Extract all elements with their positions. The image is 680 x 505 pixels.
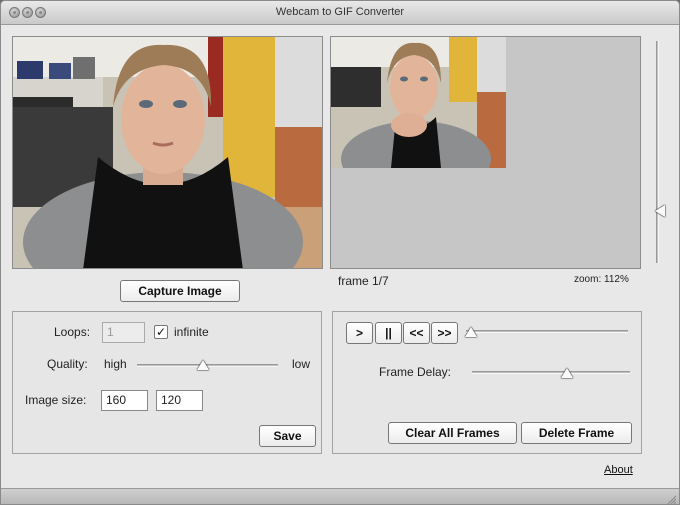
infinite-checkbox[interactable]: ✓ [154,325,168,339]
window-title: Webcam to GIF Converter [275,6,405,18]
frame-counter: frame 1/7 [338,274,389,288]
save-button[interactable]: Save [259,425,316,447]
zoom-slider-thumb[interactable] [655,205,665,217]
clear-all-frames-button[interactable]: Clear All Frames [388,422,517,444]
frame-position-slider-track[interactable] [466,330,628,333]
frame-position-slider-thumb[interactable] [464,327,477,337]
quality-high-label: high [104,357,127,371]
resize-grip-icon[interactable] [666,494,676,504]
previous-frame-button[interactable]: << [403,322,430,344]
loops-label: Loops: [54,325,91,339]
pause-button[interactable]: || [375,322,402,344]
image-width-input[interactable]: 160 [101,390,148,411]
quality-label: Quality: [47,357,88,371]
live-webcam-view [12,36,323,269]
frame-preview-pane [330,36,641,269]
frame-delay-label: Frame Delay: [379,365,452,379]
title-bar: Webcam to GIF Converter [1,1,679,25]
frame-delay-slider-thumb[interactable] [560,368,573,378]
preview-frame-thumbnail [331,37,506,168]
about-link[interactable]: About [604,464,633,476]
infinite-label: infinite [174,325,209,339]
app-window: Webcam to GIF Converter frame 1/7 zoom: … [0,0,680,505]
frame-delay-slider-track[interactable] [472,371,630,374]
loops-input[interactable]: 1 [102,322,145,343]
delete-frame-button[interactable]: Delete Frame [521,422,632,444]
image-size-label: Image size: [25,393,87,407]
next-frame-button[interactable]: >> [431,322,458,344]
preview-frame-image [331,37,506,168]
image-height-input[interactable]: 120 [156,390,203,411]
webcam-image [13,37,322,268]
capture-image-button[interactable]: Capture Image [120,280,240,302]
zoom-slider-track[interactable] [656,41,659,263]
quality-low-label: low [292,357,311,371]
status-bar [1,488,679,504]
zoom-readout: zoom: 112% [574,274,629,285]
play-button[interactable]: > [346,322,373,344]
quality-slider-thumb[interactable] [197,360,210,370]
